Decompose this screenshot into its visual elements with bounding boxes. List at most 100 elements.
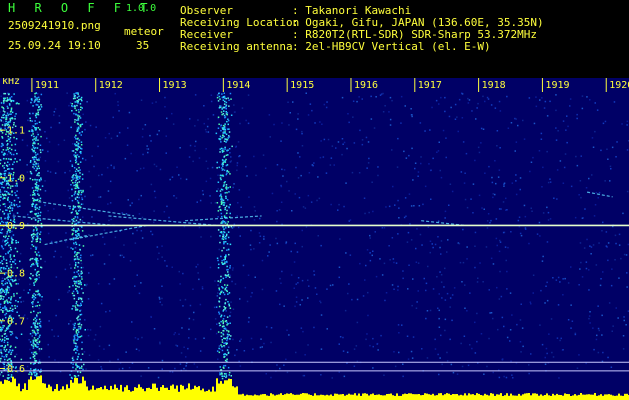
signal-bar: [22, 388, 24, 400]
signal-bar: [172, 384, 174, 400]
burst-speck: [37, 329, 40, 331]
noise-speck: [615, 242, 617, 245]
burst-speck: [17, 283, 19, 285]
burst-speck: [216, 350, 219, 352]
burst-speck: [219, 372, 221, 374]
burst-speck: [7, 344, 9, 346]
burst-speck: [76, 200, 79, 202]
noise-speck: [580, 261, 582, 264]
burst-speck: [73, 375, 76, 377]
noise-speck: [268, 114, 271, 116]
noise-speck: [599, 284, 602, 287]
burst-speck: [35, 278, 38, 280]
burst-speck: [3, 92, 5, 95]
noise-speck: [141, 136, 144, 138]
noise-speck: [366, 333, 368, 335]
noise-speck: [415, 307, 418, 309]
burst-speck: [8, 150, 10, 153]
signal-bar: [524, 393, 526, 400]
burst-speck: [75, 161, 77, 164]
noise-speck: [396, 166, 399, 168]
noise-speck: [131, 321, 133, 323]
burst-speck: [3, 258, 5, 260]
burst-speck: [81, 348, 83, 350]
noise-speck: [165, 135, 167, 137]
noise-speck: [496, 145, 498, 147]
burst-speck: [5, 259, 8, 261]
noise-speck: [432, 246, 434, 249]
noise-speck: [561, 349, 564, 351]
signal-bar: [334, 393, 336, 400]
signal-bar: [396, 393, 398, 400]
noise-speck: [301, 145, 304, 147]
noise-speck: [414, 162, 417, 164]
burst-speck: [33, 125, 35, 127]
noise-speck: [611, 146, 614, 149]
burst-speck: [37, 111, 39, 113]
burst-speck: [217, 280, 219, 282]
noise-speck: [469, 344, 471, 346]
noise-speck: [128, 111, 131, 114]
burst-speck: [223, 127, 225, 129]
burst-speck: [31, 120, 33, 122]
signal-bar: [316, 395, 318, 400]
burst-speck: [222, 113, 225, 115]
noise-speck: [250, 229, 252, 232]
noise-speck: [600, 278, 602, 280]
burst-speck: [8, 235, 10, 237]
noise-speck: [84, 159, 87, 161]
burst-speck: [4, 278, 6, 280]
noise-speck: [104, 137, 107, 139]
signal-bar: [156, 387, 158, 400]
burst-speck: [15, 113, 17, 115]
signal-bar: [466, 395, 468, 400]
burst-speck: [33, 138, 36, 140]
burst-speck: [221, 108, 223, 110]
noise-speck: [331, 145, 334, 147]
burst-speck: [0, 245, 3, 247]
signal-bar: [66, 384, 68, 400]
noise-speck: [514, 117, 516, 120]
burst-speck: [32, 197, 34, 200]
burst-speck: [3, 170, 6, 172]
burst-speck: [0, 269, 2, 271]
noise-speck: [219, 348, 222, 350]
signal-bar: [262, 394, 264, 400]
burst-speck: [74, 216, 76, 218]
burst-speck: [226, 284, 229, 286]
noise-speck: [51, 329, 53, 331]
burst-speck: [81, 99, 83, 102]
noise-speck: [300, 174, 302, 177]
noise-speck: [397, 324, 400, 326]
signal-bar: [290, 393, 292, 400]
burst-speck: [31, 240, 33, 243]
burst-speck: [34, 251, 37, 253]
noise-speck: [472, 212, 474, 214]
noise-speck: [547, 211, 550, 214]
noise-speck: [326, 288, 328, 290]
burst-speck: [228, 191, 230, 193]
signal-bar: [6, 380, 8, 400]
noise-speck: [391, 149, 393, 151]
burst-speck: [7, 207, 9, 209]
noise-speck: [597, 305, 599, 307]
burst-speck: [37, 193, 39, 195]
noise-speck: [179, 363, 182, 365]
noise-speck: [159, 168, 162, 171]
burst-speck: [3, 186, 5, 189]
burst-speck: [77, 280, 79, 282]
signal-bar: [162, 385, 164, 400]
signal-bar: [222, 383, 224, 400]
noise-speck: [509, 292, 512, 294]
noise-speck: [371, 181, 373, 183]
signal-bar: [92, 385, 94, 400]
noise-speck: [465, 152, 468, 155]
burst-speck: [228, 292, 231, 294]
noise-speck: [434, 338, 436, 341]
burst-speck: [220, 275, 222, 278]
noise-speck: [105, 311, 107, 313]
burst-speck: [222, 330, 224, 332]
noise-speck: [515, 180, 517, 182]
signal-bar: [536, 393, 538, 400]
signal-bar: [244, 395, 246, 400]
